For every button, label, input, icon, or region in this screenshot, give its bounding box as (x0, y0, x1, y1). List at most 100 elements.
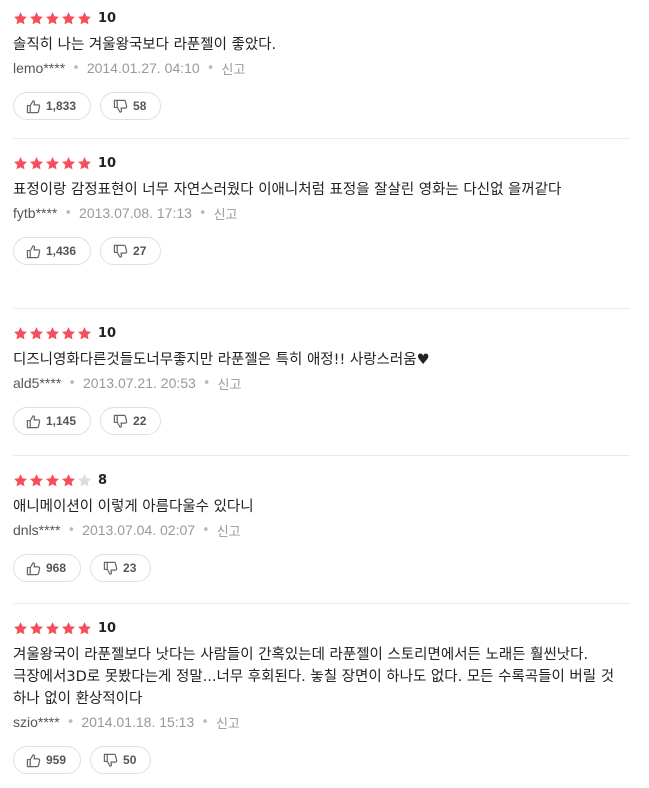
vote-buttons: 959 50 (13, 746, 630, 774)
author-id: fytb**** (13, 205, 58, 221)
thumbs-down-icon (113, 99, 128, 114)
star-icon (77, 326, 92, 341)
star-icon (13, 326, 28, 341)
vote-buttons: 1,833 58 (13, 92, 630, 120)
rating: 10 (13, 618, 630, 638)
vote-buttons: 968 23 (13, 554, 630, 582)
review-list: 10 솔직히 나는 겨울왕국보다 라푼젤이 좋았다. lemo**** • 20… (0, 0, 649, 788)
thumbs-up-icon (26, 414, 41, 429)
like-count: 968 (46, 561, 67, 575)
star-icon (13, 621, 28, 636)
rating-score: 10 (98, 10, 117, 26)
star-icon (29, 156, 44, 171)
thumbs-up-icon (26, 753, 41, 768)
star-icon (29, 621, 44, 636)
dislike-button[interactable]: 22 (100, 407, 162, 435)
dislike-count: 23 (123, 561, 137, 575)
review-item: 10 표정이랑 감정표현이 너무 자연스러웠다 이애니처럼 표정을 잘살린 영화… (13, 139, 630, 309)
review-text: 솔직히 나는 겨울왕국보다 라푼젤이 좋았다. (13, 37, 277, 53)
dislike-button[interactable]: 23 (90, 554, 152, 582)
star-icon (45, 326, 60, 341)
review-meta: fytb**** • 2013.07.08. 17:13 • 신고 (13, 203, 630, 223)
dislike-count: 50 (123, 753, 137, 767)
star-rating (13, 621, 93, 636)
like-button[interactable]: 1,436 (13, 237, 92, 265)
rating: 10 (13, 8, 630, 28)
thumbs-down-icon (103, 561, 118, 576)
rating-score: 8 (98, 472, 108, 488)
like-count: 1,145 (46, 414, 77, 428)
report-link[interactable]: 신고 (216, 713, 240, 732)
review-item: 10 겨울왕국이 라푼젤보다 낫다는 사람들이 간혹있는데 라푼젤이 스토리면에… (13, 604, 630, 788)
star-icon (77, 11, 92, 26)
rating: 10 (13, 323, 630, 343)
rating-score: 10 (98, 325, 117, 341)
review-text: 애니메이션이 이렇게 아름다울수 있다니 (13, 499, 254, 515)
separator-dot: • (64, 205, 73, 221)
star-icon (61, 473, 76, 488)
review-meta: lemo**** • 2014.01.27. 04:10 • 신고 (13, 58, 630, 78)
star-icon (61, 156, 76, 171)
review-meta: ald5**** • 2013.07.21. 20:53 • 신고 (13, 373, 630, 393)
star-icon (29, 326, 44, 341)
separator-dot: • (206, 60, 215, 76)
author-id: ald5**** (13, 375, 62, 391)
rating: 10 (13, 153, 630, 173)
report-link[interactable]: 신고 (218, 374, 242, 393)
star-icon (77, 156, 92, 171)
thumbs-up-icon (26, 244, 41, 259)
star-icon (13, 156, 28, 171)
separator-dot: • (202, 522, 210, 538)
thumbs-down-icon (113, 414, 128, 429)
star-icon (61, 326, 76, 341)
review-date: 2013.07.21. 20:53 (82, 375, 196, 391)
separator-dot: • (201, 714, 209, 730)
review-meta: szio**** • 2014.01.18. 15:13 • 신고 (13, 712, 630, 732)
report-link[interactable]: 신고 (217, 521, 241, 540)
dislike-button[interactable]: 50 (90, 746, 152, 774)
star-rating (13, 473, 93, 488)
report-link[interactable]: 신고 (221, 59, 245, 78)
like-count: 1,436 (46, 244, 77, 258)
separator-dot: • (66, 714, 75, 730)
star-icon (45, 11, 60, 26)
like-button[interactable]: 959 (13, 746, 82, 774)
separator-dot: • (67, 522, 76, 538)
dislike-button[interactable]: 58 (100, 92, 162, 120)
review-text: 겨울왕국이 라푼젤보다 낫다는 사람들이 간혹있는데 라푼젤이 스토리면에서든 … (13, 647, 615, 707)
rating-score: 10 (98, 620, 117, 636)
star-icon (77, 621, 92, 636)
star-icon (45, 473, 60, 488)
like-button[interactable]: 1,833 (13, 92, 92, 120)
star-icon (77, 473, 92, 488)
star-icon (45, 621, 60, 636)
rating-score: 10 (98, 155, 117, 171)
star-icon (61, 621, 76, 636)
star-rating (13, 11, 93, 26)
dislike-count: 58 (133, 99, 147, 113)
star-icon (45, 156, 60, 171)
review-text: 디즈니영화다른것들도너무좋지만 라푼젤은 특히 애정!! 사랑스러움♥ (13, 352, 430, 368)
review-date: 2014.01.18. 15:13 (81, 714, 195, 730)
dislike-count: 27 (133, 244, 147, 258)
vote-buttons: 1,145 22 (13, 407, 630, 435)
star-rating (13, 156, 93, 171)
like-count: 1,833 (46, 99, 77, 113)
review-meta: dnls**** • 2013.07.04. 02:07 • 신고 (13, 520, 630, 540)
star-icon (13, 473, 28, 488)
star-icon (13, 11, 28, 26)
review-date: 2013.07.08. 17:13 (79, 205, 192, 221)
author-id: dnls**** (13, 522, 61, 538)
report-link[interactable]: 신고 (214, 204, 238, 223)
thumbs-down-icon (113, 244, 128, 259)
review-item: 10 디즈니영화다른것들도너무좋지만 라푼젤은 특히 애정!! 사랑스러움♥ a… (13, 309, 630, 456)
like-button[interactable]: 1,145 (13, 407, 92, 435)
separator-dot: • (68, 375, 76, 391)
review-item: 10 솔직히 나는 겨울왕국보다 라푼젤이 좋았다. lemo**** • 20… (13, 0, 630, 139)
star-icon (61, 11, 76, 26)
thumbs-up-icon (26, 561, 41, 576)
dislike-button[interactable]: 27 (100, 237, 162, 265)
like-count: 959 (46, 753, 67, 767)
like-button[interactable]: 968 (13, 554, 82, 582)
star-icon (29, 473, 44, 488)
